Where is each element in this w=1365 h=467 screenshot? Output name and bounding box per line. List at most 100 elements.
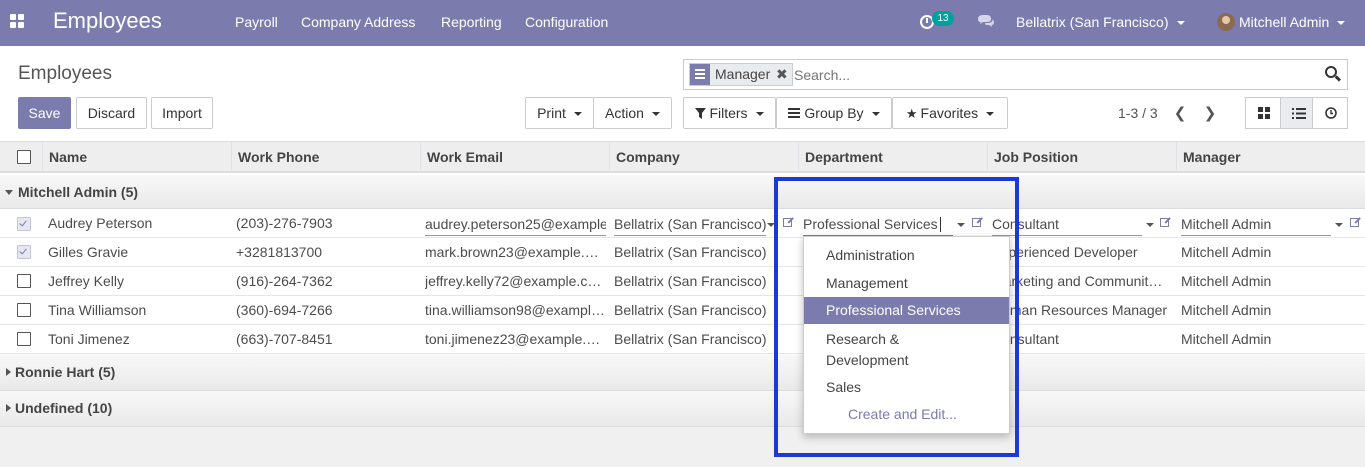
user-menu[interactable]: Mitchell Admin [1239, 14, 1346, 30]
discard-button[interactable]: Discard [76, 97, 147, 129]
group-label: Undefined (10) [15, 400, 113, 416]
chevron-down-icon [986, 112, 995, 117]
cell-work-phone[interactable]: (203)-276-7903 [236, 215, 416, 231]
menu-payroll[interactable]: Payroll [235, 14, 278, 30]
favorites-button[interactable]: ★ Favorites [892, 97, 1008, 129]
caret-right-icon [6, 368, 11, 376]
column-work-email[interactable]: Work Email [420, 142, 610, 172]
external-link-icon[interactable] [972, 216, 984, 228]
dropdown-item-sales[interactable]: Sales [804, 378, 1009, 400]
favorites-label: Favorites [920, 105, 979, 121]
department-autocomplete-dropdown: Administration Management Professional S… [803, 236, 1010, 434]
chevron-down-icon[interactable] [1146, 223, 1154, 227]
app-title[interactable]: Employees [53, 8, 162, 34]
column-name[interactable]: Name [42, 142, 232, 172]
column-job-position[interactable]: Job Position [987, 142, 1177, 172]
kanban-view-button[interactable] [1245, 97, 1282, 129]
column-department[interactable]: Department [798, 142, 988, 172]
cell-work-phone: (663)-707-8451 [236, 331, 333, 347]
group-by-button[interactable]: Group By [776, 97, 892, 129]
chevron-down-icon [871, 112, 880, 117]
company-switcher[interactable]: Bellatrix (San Francisco) [1016, 14, 1185, 30]
job-position-input[interactable]: Consultant [992, 214, 1142, 236]
cell-name: Gilles Gravie [48, 244, 129, 260]
print-button[interactable]: Print [525, 97, 594, 129]
create-and-edit-link[interactable]: Create and Edit... [804, 405, 1009, 427]
table-row[interactable]: Jeffrey Kelly (916)-264-7362 jeffrey.kel… [0, 267, 1365, 296]
cell-work-phone: (360)-694-7266 [236, 302, 333, 318]
column-work-phone[interactable]: Work Phone [231, 142, 421, 172]
import-button[interactable]: Import [151, 97, 213, 129]
kanban-icon [1258, 107, 1270, 119]
row-checkbox[interactable] [17, 245, 31, 259]
menu-reporting[interactable]: Reporting [441, 14, 502, 30]
manager-input[interactable]: Mitchell Admin [1181, 214, 1331, 236]
group-row-ronnie-hart[interactable]: Ronnie Hart (5) [0, 355, 1365, 391]
cell-name: Tina Williamson [48, 302, 147, 318]
chevron-down-icon [651, 112, 660, 117]
save-button[interactable]: Save [18, 97, 71, 129]
table-header: Name Work Phone Work Email Company Depar… [0, 141, 1365, 173]
list-footer [0, 427, 1365, 467]
list-icon [1292, 108, 1306, 119]
group-label: Mitchell Admin (5) [18, 184, 139, 200]
top-navbar: Employees Payroll Company Address Report… [0, 0, 1365, 46]
cell-name: Jeffrey Kelly [48, 273, 124, 289]
action-button[interactable]: Action [593, 97, 672, 129]
filter-icon [695, 108, 707, 119]
row-checkbox[interactable] [17, 303, 31, 317]
cell-company: Bellatrix (San Francisco) [614, 302, 767, 318]
group-row-undefined[interactable]: Undefined (10) [0, 391, 1365, 427]
avatar[interactable] [1217, 13, 1235, 31]
column-company[interactable]: Company [609, 142, 799, 172]
external-link-icon[interactable] [1350, 216, 1362, 228]
group-row-mitchell-admin[interactable]: Mitchell Admin (5) [0, 175, 1365, 209]
external-link-icon[interactable] [783, 216, 795, 228]
dropdown-item-administration[interactable]: Administration [804, 246, 1009, 270]
close-icon[interactable]: ✖ [776, 64, 788, 85]
table-row[interactable]: Audrey Peterson (203)-276-7903 audrey.pe… [0, 209, 1365, 238]
table-row[interactable]: Gilles Gravie +3281813700 mark.brown23@e… [0, 238, 1365, 267]
column-manager[interactable]: Manager [1176, 142, 1365, 172]
filters-button[interactable]: Filters [683, 97, 776, 129]
table-row[interactable]: Toni Jimenez (663)-707-8451 toni.jimenez… [0, 325, 1365, 354]
breadcrumb: Employees [18, 63, 112, 84]
pager-value[interactable]: 1-3 / 3 [1118, 105, 1158, 121]
text-cursor [940, 217, 941, 232]
row-checkbox[interactable] [17, 274, 31, 288]
facet-label: Manager [715, 66, 771, 82]
row-checkbox[interactable] [17, 217, 31, 231]
cell-work-email: tina.williamson98@example.com [425, 302, 605, 318]
select-all-checkbox[interactable] [17, 150, 31, 164]
work-email-input[interactable]: audrey.peterson25@example.com [425, 214, 606, 236]
messaging-icon[interactable] [977, 14, 995, 29]
search-bar[interactable]: Manager ✖ [683, 59, 1348, 90]
search-input[interactable] [794, 65, 1314, 85]
search-icon[interactable] [1325, 66, 1342, 83]
group-label: Ronnie Hart (5) [15, 364, 116, 380]
menu-configuration[interactable]: Configuration [525, 14, 608, 30]
cell-company: Bellatrix (San Francisco) [614, 331, 767, 347]
dropdown-item-management[interactable]: Management [804, 274, 1009, 298]
caret-down-icon [5, 190, 13, 195]
chevron-left-icon[interactable]: ❮ [1173, 104, 1187, 122]
dropdown-item-research-development[interactable]: Research & Development [804, 329, 954, 371]
chevron-down-icon [755, 112, 764, 117]
company-input[interactable]: Bellatrix (San Francisco) [614, 214, 766, 236]
cell-work-email: toni.jimenez23@example.com [425, 331, 605, 347]
chevron-down-icon[interactable] [767, 223, 775, 227]
cell-manager: Mitchell Admin [1181, 331, 1272, 347]
activity-count-badge: 13 [932, 11, 954, 26]
department-input[interactable]: Professional Services [803, 214, 953, 236]
apps-menu-icon[interactable] [10, 14, 26, 30]
chevron-down-icon[interactable] [957, 223, 965, 227]
menu-company-address[interactable]: Company Address [301, 14, 415, 30]
dropdown-item-professional-services[interactable]: Professional Services [804, 297, 1009, 324]
external-link-icon[interactable] [1160, 216, 1172, 228]
row-checkbox[interactable] [17, 332, 31, 346]
cell-name[interactable]: Audrey Peterson [48, 215, 228, 231]
chevron-right-icon[interactable]: ❯ [1203, 104, 1217, 122]
chevron-down-icon[interactable] [1335, 223, 1343, 227]
activity-view-button[interactable] [1312, 97, 1348, 129]
table-row[interactable]: Tina Williamson (360)-694-7266 tina.will… [0, 296, 1365, 325]
